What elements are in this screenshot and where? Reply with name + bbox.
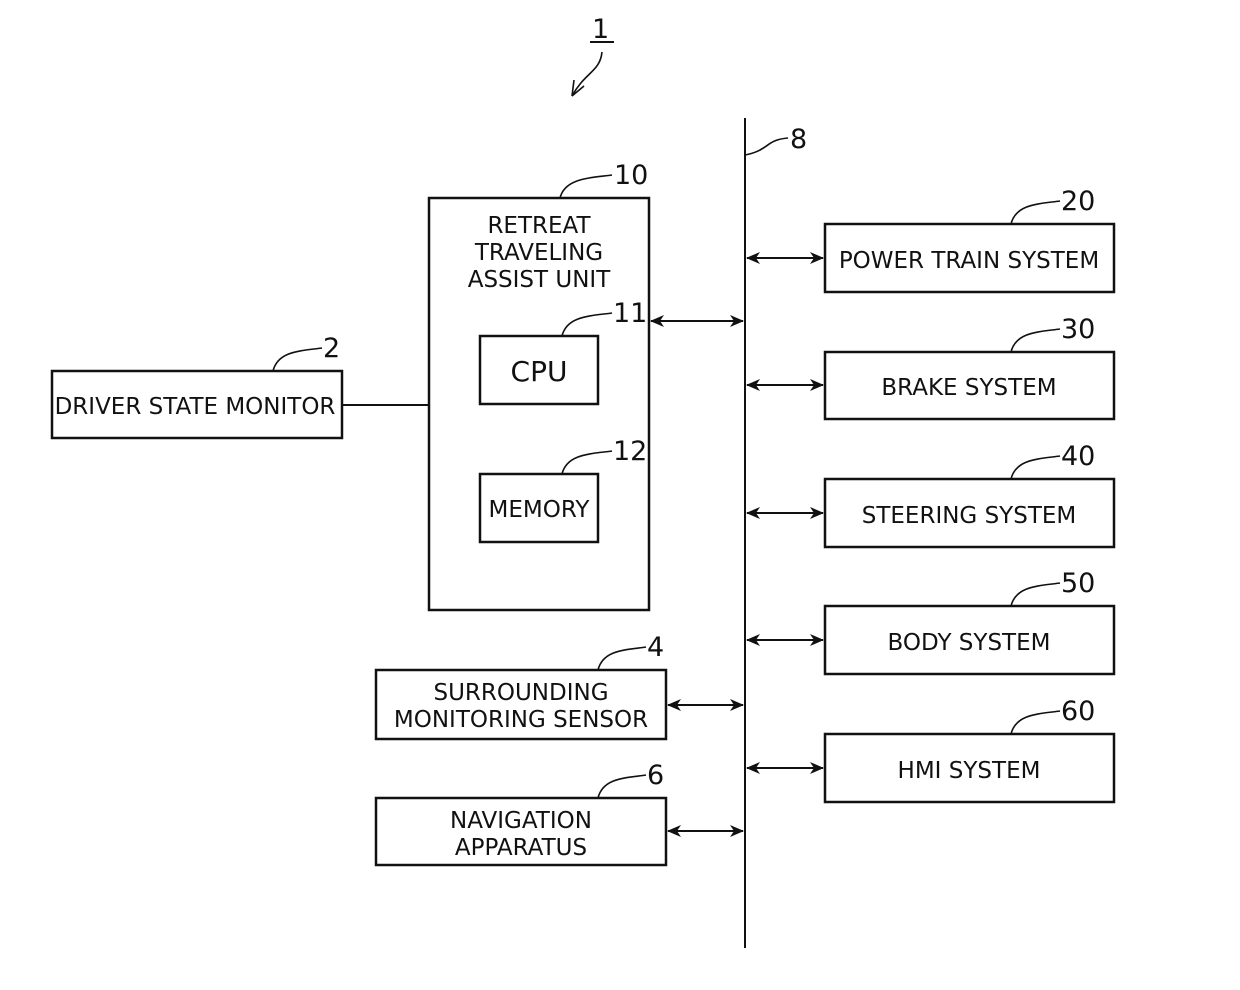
system-block-diagram: 1 8 10 RETREAT TRAVELING ASSIST UNIT 11 … <box>50 14 1116 948</box>
communication-bus: 8 <box>744 118 807 948</box>
power-train-ref: 20 <box>1061 186 1095 217</box>
system-steering: 40 STEERING SYSTEM <box>823 441 1116 549</box>
driver-state-monitor: 2 DRIVER STATE MONITOR <box>50 333 344 440</box>
navigation-leader <box>597 774 647 799</box>
memory-label: MEMORY <box>489 497 591 523</box>
power-train-label: POWER TRAIN SYSTEM <box>839 248 1099 274</box>
bus-leader <box>744 137 789 156</box>
retreat-unit-label-line2: TRAVELING <box>474 240 603 266</box>
navigation-apparatus: 6 NAVIGATION APPARATUS <box>374 760 668 867</box>
retreat-unit-leader <box>559 174 613 199</box>
driver-state-monitor-label: DRIVER STATE MONITOR <box>55 394 336 420</box>
figure-ref-number: 1 <box>592 14 609 45</box>
navigation-label-line2: APPARATUS <box>455 835 587 861</box>
steering-label: STEERING SYSTEM <box>862 503 1077 529</box>
brake-leader <box>1010 328 1061 353</box>
driver-state-monitor-leader <box>272 347 323 372</box>
surrounding-sensor-ref: 4 <box>647 632 664 663</box>
body-label: BODY SYSTEM <box>888 630 1051 656</box>
body-ref: 50 <box>1061 568 1095 599</box>
figure-reference: 1 <box>571 14 614 97</box>
surrounding-sensor-label-line2: MONITORING SENSOR <box>394 707 648 733</box>
navigation-label-line1: NAVIGATION <box>450 808 592 834</box>
hmi-label: HMI SYSTEM <box>898 758 1041 784</box>
retreat-unit-ref: 10 <box>614 160 648 191</box>
driver-state-monitor-ref: 2 <box>323 333 340 364</box>
system-brake: 30 BRAKE SYSTEM <box>823 314 1116 421</box>
surrounding-monitoring-sensor: 4 SURROUNDING MONITORING SENSOR <box>374 632 668 741</box>
figure-ref-arrow <box>571 51 603 97</box>
surrounding-sensor-label-line1: SURROUNDING <box>433 680 608 706</box>
system-body: 50 BODY SYSTEM <box>823 568 1116 676</box>
body-leader <box>1010 582 1061 607</box>
cpu-label: CPU <box>511 355 568 388</box>
system-hmi: 60 HMI SYSTEM <box>823 696 1116 804</box>
hmi-ref: 60 <box>1061 696 1095 727</box>
retreat-traveling-assist-unit: 10 RETREAT TRAVELING ASSIST UNIT 11 CPU … <box>427 160 651 612</box>
hmi-leader <box>1010 710 1061 735</box>
memory-ref: 12 <box>613 436 647 467</box>
bus-ref-number: 8 <box>790 124 807 155</box>
navigation-ref: 6 <box>647 760 664 791</box>
system-power-train: 20 POWER TRAIN SYSTEM <box>823 186 1116 294</box>
retreat-unit-label-line1: RETREAT <box>487 213 591 239</box>
steering-leader <box>1010 455 1061 480</box>
surrounding-sensor-leader <box>597 646 647 671</box>
brake-ref: 30 <box>1061 314 1095 345</box>
cpu-ref: 11 <box>613 298 647 329</box>
retreat-unit-label-line3: ASSIST UNIT <box>468 267 611 293</box>
power-train-leader <box>1010 200 1061 225</box>
brake-label: BRAKE SYSTEM <box>881 375 1056 401</box>
steering-ref: 40 <box>1061 441 1095 472</box>
